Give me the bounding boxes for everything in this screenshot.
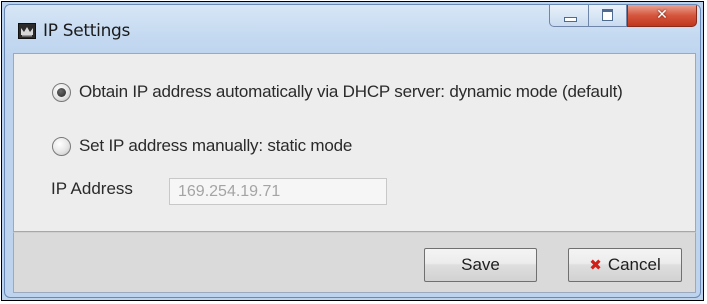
- title-bar[interactable]: IP Settings ✕: [5, 5, 700, 53]
- screenshot-border: IP Settings ✕ Obtain IP address automati…: [1, 1, 704, 301]
- maximize-button[interactable]: [589, 5, 627, 27]
- dhcp-option-label: Obtain IP address automatically via DHCP…: [79, 82, 623, 101]
- button-bar: Save ✖ Cancel: [13, 232, 696, 293]
- cancel-button-label: Cancel: [607, 255, 661, 274]
- ip-address-field[interactable]: [169, 178, 387, 205]
- minimize-icon: [564, 17, 577, 22]
- ip-settings-window: IP Settings ✕ Obtain IP address automati…: [4, 4, 701, 298]
- settings-panel: Obtain IP address automatically via DHCP…: [13, 53, 696, 232]
- minimize-button[interactable]: [549, 5, 589, 27]
- static-option-label: Set IP address manually: static mode: [79, 136, 353, 155]
- app-icon: [18, 23, 36, 39]
- x-icon: ✖: [589, 256, 602, 274]
- save-button-label: Save: [461, 255, 500, 274]
- window-title: IP Settings: [43, 21, 131, 41]
- close-button[interactable]: ✕: [627, 5, 697, 27]
- save-button[interactable]: Save: [424, 248, 537, 282]
- dhcp-option[interactable]: Obtain IP address automatically via DHCP…: [52, 82, 623, 102]
- static-option[interactable]: Set IP address manually: static mode: [52, 136, 352, 156]
- ip-address-label: IP Address: [51, 179, 133, 198]
- maximize-icon: [602, 9, 613, 21]
- cancel-button[interactable]: ✖ Cancel: [568, 248, 682, 282]
- dhcp-radio[interactable]: [52, 82, 71, 102]
- close-icon: ✕: [656, 7, 668, 23]
- static-radio[interactable]: [52, 136, 71, 156]
